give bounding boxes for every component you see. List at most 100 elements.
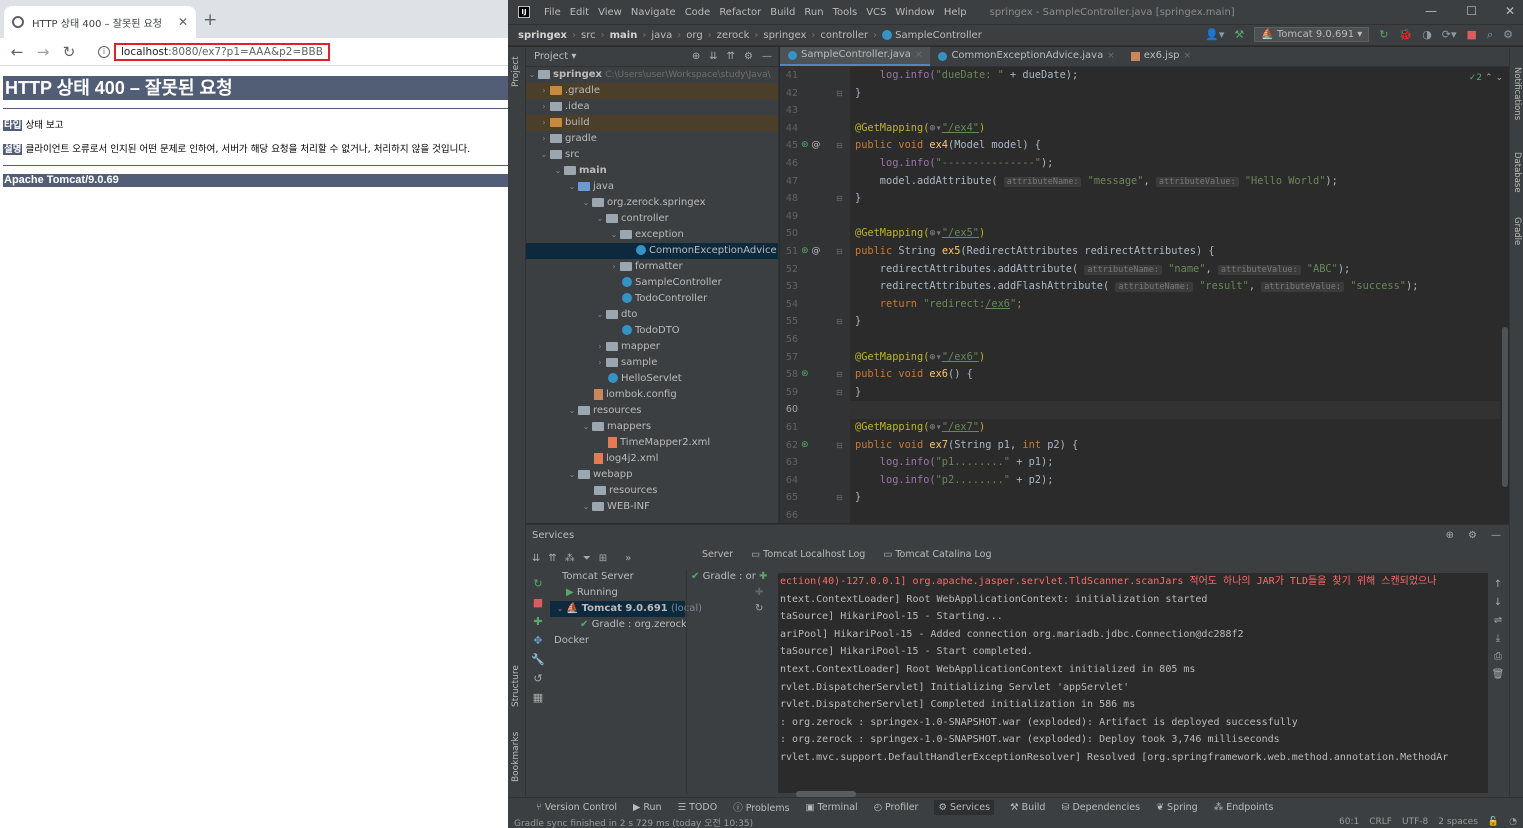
more-icon[interactable]: » bbox=[625, 553, 631, 564]
menu-run[interactable]: Run bbox=[804, 7, 823, 18]
hide-icon[interactable]: — bbox=[762, 51, 772, 62]
wrench-icon[interactable]: 🔧 bbox=[531, 653, 545, 666]
tab-localhost-log[interactable]: ▭ Tomcat Localhost Log bbox=[751, 549, 865, 560]
caret-position[interactable]: 60:1 bbox=[1339, 817, 1359, 827]
memory-icon[interactable]: ◔ bbox=[1509, 817, 1517, 827]
close-window-button[interactable]: ✕ bbox=[1505, 4, 1515, 18]
info-icon[interactable]: i bbox=[98, 45, 110, 58]
structure-tool-label[interactable]: Structure bbox=[511, 665, 521, 707]
crumb-springex[interactable]: springex bbox=[763, 30, 806, 41]
problems-tool[interactable]: ⓘ Problems bbox=[733, 800, 789, 814]
stop-icon[interactable]: ■ bbox=[1467, 28, 1477, 41]
profile-icon[interactable]: ⟳▾ bbox=[1442, 28, 1457, 41]
project-view-select[interactable]: Project ▾ bbox=[534, 51, 576, 62]
undeploy-icon[interactable]: ✚ bbox=[687, 585, 771, 601]
close-tab-icon[interactable]: ✕ bbox=[178, 15, 188, 29]
refresh-icon[interactable]: ↺ bbox=[533, 672, 542, 685]
new-tab-button[interactable]: + bbox=[203, 10, 217, 30]
rerun-icon[interactable]: ↻ bbox=[533, 577, 542, 590]
debug-icon[interactable]: 🐞 bbox=[1398, 28, 1412, 41]
user-icon[interactable]: 👤▾ bbox=[1205, 28, 1224, 41]
tree-item-build[interactable]: › build bbox=[526, 115, 778, 131]
tab-commonexceptionadvice[interactable]: CommonExceptionAdvice.java × bbox=[930, 47, 1122, 66]
address-bar[interactable]: localhost:8080/ex7?p1=AAA&p2=BBB bbox=[114, 42, 330, 61]
tab-server[interactable]: Server bbox=[702, 549, 733, 560]
maximize-button[interactable]: ☐ bbox=[1466, 4, 1477, 18]
group-icon[interactable]: ⁂ bbox=[565, 553, 575, 564]
tree-item-webapp-resources[interactable]: resources bbox=[526, 483, 778, 499]
debug-icon[interactable]: ✥ bbox=[533, 634, 542, 647]
status-message[interactable]: Gradle sync finished in 2 s 729 ms (toda… bbox=[514, 816, 753, 828]
filter-icon[interactable]: ⏷ bbox=[583, 553, 591, 564]
services-tool[interactable]: ⚙ Services bbox=[934, 799, 995, 815]
tree-item-package[interactable]: ⌄ org.zerock.springex bbox=[526, 195, 778, 211]
minimize-button[interactable]: — bbox=[1425, 4, 1437, 18]
scroll-down-icon[interactable]: ↓ bbox=[1494, 597, 1502, 608]
tab-ex6-jsp[interactable]: ex6.jsp × bbox=[1123, 47, 1199, 66]
menu-code[interactable]: Code bbox=[685, 7, 711, 18]
endpoint-gutter-icon[interactable]: ⊛ bbox=[801, 437, 809, 455]
tree-item-dto[interactable]: ⌄ dto bbox=[526, 307, 778, 323]
expand-all-icon[interactable]: ⇊ bbox=[709, 51, 717, 62]
clear-icon[interactable]: 🗑 bbox=[1492, 669, 1505, 680]
coverage-icon[interactable]: ◑ bbox=[1422, 28, 1432, 41]
run-config-select[interactable]: ⛵ Tomcat 9.0.691 ▾ bbox=[1254, 27, 1370, 42]
menu-window[interactable]: Window bbox=[895, 7, 934, 18]
tree-item-lombok-config[interactable]: lombok.config bbox=[526, 387, 778, 403]
tree-item-helloservlet[interactable]: HelloServlet bbox=[526, 371, 778, 387]
line-separator[interactable]: CRLF bbox=[1369, 817, 1392, 827]
tab-samplecontroller[interactable]: SampleController.java × bbox=[780, 47, 931, 66]
menu-refactor[interactable]: Refactor bbox=[719, 7, 761, 18]
crumb-controller[interactable]: controller bbox=[820, 30, 868, 41]
deploy-icon[interactable]: ✚ bbox=[533, 615, 542, 628]
refresh-icon[interactable]: ↻ bbox=[687, 601, 771, 617]
close-icon[interactable]: × bbox=[915, 47, 923, 65]
tree-item-mappers[interactable]: ⌄ mappers bbox=[526, 419, 778, 435]
tree-item-java[interactable]: ⌄ java bbox=[526, 179, 778, 195]
tree-item-sample[interactable]: › sample bbox=[526, 355, 778, 371]
deployment-item[interactable]: ✔ Gradle : or ✚ bbox=[687, 569, 771, 585]
menu-build[interactable]: Build bbox=[770, 7, 795, 18]
hammer-icon[interactable]: ⚒ bbox=[1234, 28, 1244, 41]
menu-view[interactable]: View bbox=[598, 7, 622, 18]
crumb-org[interactable]: org bbox=[686, 30, 702, 41]
code-area[interactable]: log.info("dueDate: " + dueDate); } @GetM… bbox=[850, 67, 1500, 523]
gradle-tool-label[interactable]: Gradle bbox=[1512, 217, 1522, 245]
menu-help[interactable]: Help bbox=[944, 7, 967, 18]
gear-icon[interactable]: ⚙ bbox=[1468, 530, 1477, 541]
tree-item-springex[interactable]: ⌄ springex C:\Users\user\Workspace\study\… bbox=[526, 67, 778, 83]
tree-item-gradle[interactable]: › gradle bbox=[526, 131, 778, 147]
endpoints-tool[interactable]: ⁂ Endpoints bbox=[1214, 802, 1274, 813]
search-icon[interactable]: ⌕ bbox=[1487, 28, 1493, 42]
project-tool-label[interactable]: Project bbox=[511, 56, 521, 87]
menu-tools[interactable]: Tools bbox=[833, 7, 858, 18]
build-tool[interactable]: ⚒ Build bbox=[1010, 802, 1045, 813]
tree-item-exception[interactable]: ⌄ exception bbox=[526, 227, 778, 243]
run-tool[interactable]: ▶ Run bbox=[633, 802, 662, 813]
tree-item-gradle-dir[interactable]: › .gradle bbox=[526, 83, 778, 99]
file-encoding[interactable]: UTF-8 bbox=[1402, 817, 1428, 827]
terminal-tool[interactable]: ▣ Terminal bbox=[806, 802, 858, 813]
tree-item-webapp[interactable]: ⌄ webapp bbox=[526, 467, 778, 483]
soft-wrap-icon[interactable]: ⇌ bbox=[1494, 615, 1502, 626]
crumb-samplecontroller[interactable]: SampleController bbox=[895, 30, 982, 41]
tree-item-web-inf[interactable]: ⌄ WEB-INF bbox=[526, 499, 778, 515]
tree-item-main[interactable]: ⌄ main bbox=[526, 163, 778, 179]
tree-item-samplecontroller[interactable]: SampleController bbox=[526, 275, 778, 291]
stop-icon[interactable]: ■ bbox=[533, 596, 543, 609]
tree-item-commonexceptionadvice[interactable]: CommonExceptionAdvice bbox=[526, 243, 778, 259]
settings-icon[interactable]: ⚙ bbox=[1503, 28, 1513, 41]
tab-catalina-log[interactable]: ▭ Tomcat Catalina Log bbox=[883, 549, 991, 560]
profiler-tool[interactable]: ◴ Profiler bbox=[874, 802, 919, 813]
locate-icon[interactable]: ⊕ bbox=[692, 51, 700, 62]
service-running[interactable]: ▶ Running bbox=[550, 585, 685, 601]
tree-item-controller[interactable]: ⌄ controller bbox=[526, 211, 778, 227]
menu-vcs[interactable]: VCS bbox=[866, 7, 886, 18]
tree-item-idea[interactable]: › .idea bbox=[526, 99, 778, 115]
crumb-java[interactable]: java bbox=[651, 30, 672, 41]
tree-item-timemapper2[interactable]: TimeMapper2.xml bbox=[526, 435, 778, 451]
gear-icon[interactable]: ⚙ bbox=[744, 51, 753, 62]
tree-item-formatter[interactable]: › formatter bbox=[526, 259, 778, 275]
menu-edit[interactable]: Edit bbox=[570, 7, 589, 18]
browser-tab[interactable]: HTTP 상태 400 – 잘못된 요청 ✕ bbox=[4, 6, 196, 38]
